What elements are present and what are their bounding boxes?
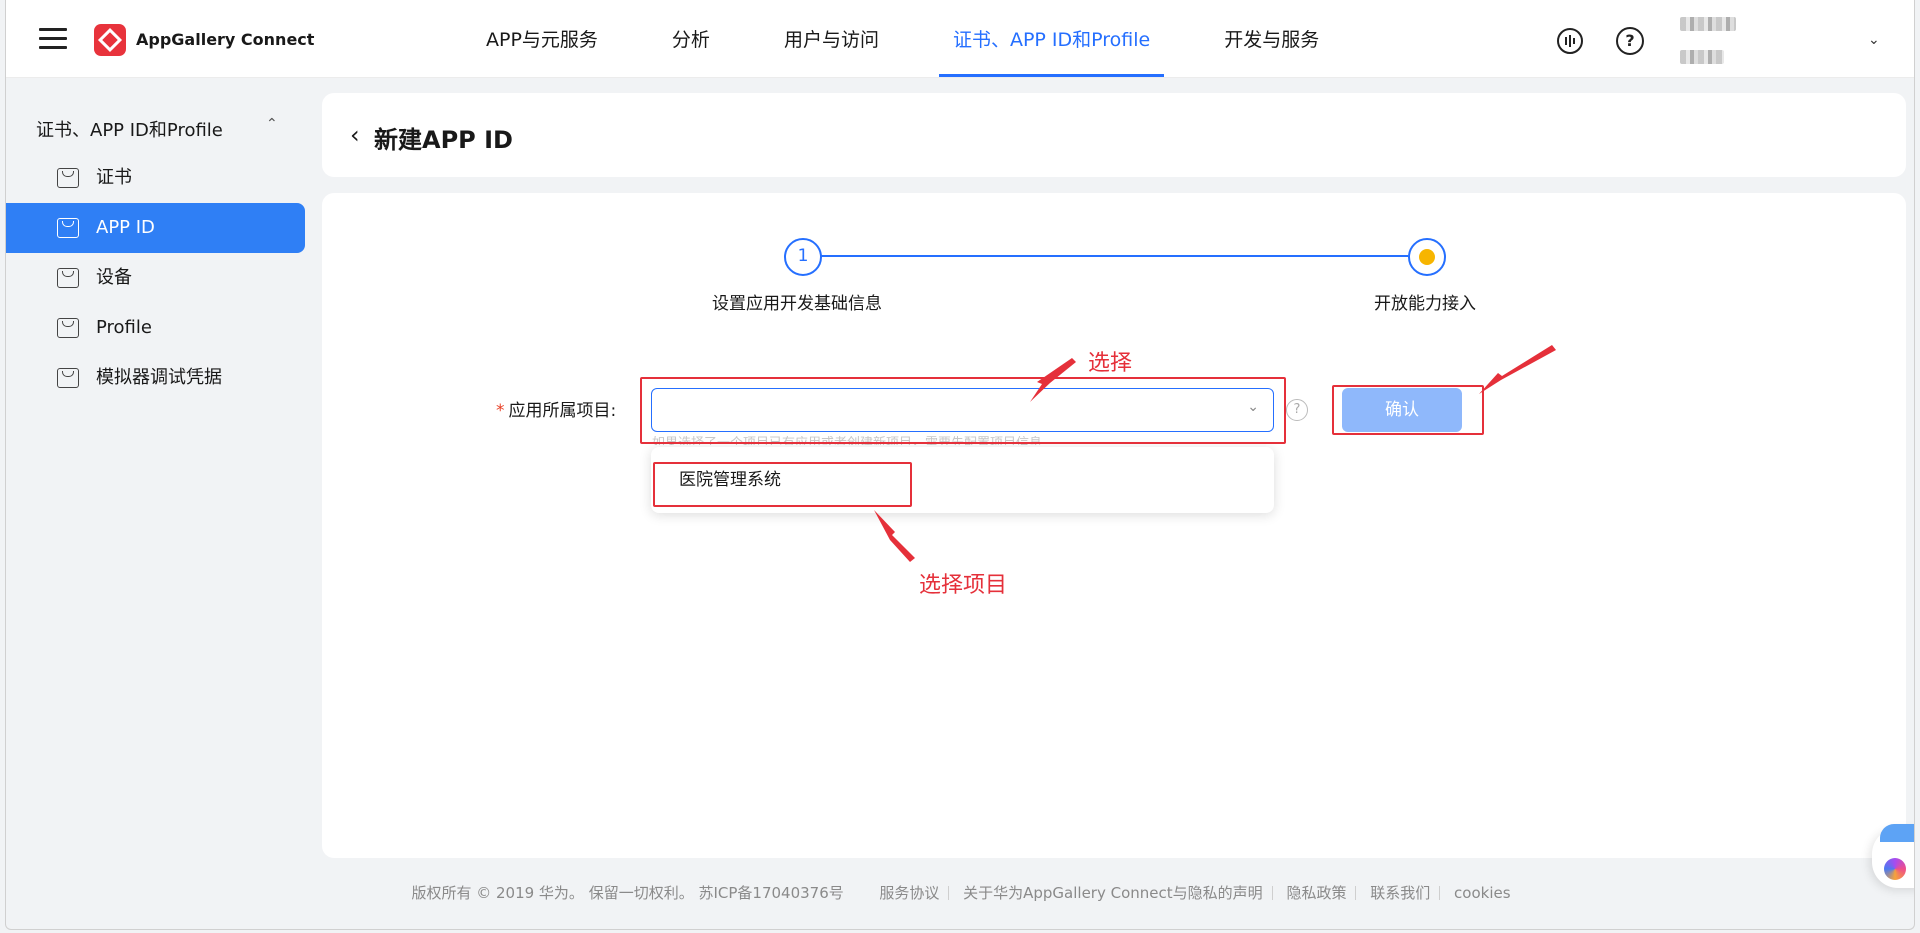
step-2-indicator (1408, 238, 1446, 276)
nav-item-certificates[interactable]: 证书、APP ID和Profile (938, 0, 1165, 78)
back-arrow-icon[interactable]: ‹ (350, 123, 360, 147)
nav-item-app-services[interactable]: APP与元服务 (472, 0, 612, 78)
sidebar: 证书、APP ID和Profile ⌃ 证书 APP ID 设备 Profile… (6, 78, 306, 929)
chevron-down-icon[interactable]: ⌄ (1868, 32, 1880, 48)
project-label-text: 应用所属项目: (508, 401, 617, 421)
nav-item-users-access[interactable]: 用户与访问 (770, 0, 893, 78)
document-icon (57, 168, 79, 188)
nav-item-dev-services[interactable]: 开发与服务 (1210, 0, 1333, 78)
footer-divider (1271, 886, 1273, 900)
help-circle-icon[interactable]: ? (1616, 27, 1644, 55)
brand-name: AppGallery Connect (136, 30, 315, 49)
user-avatar-name[interactable] (1680, 17, 1736, 31)
sidebar-item-devices[interactable]: 设备 (6, 253, 305, 303)
sidebar-item-emulator-credentials[interactable]: 模拟器调试凭据 (6, 353, 305, 403)
user-account-id (1680, 50, 1724, 64)
annotation-select-label: 选择 (1088, 351, 1133, 376)
project-field-label: * 应用所属项目: (496, 396, 616, 421)
footer-divider (1355, 886, 1357, 900)
document-icon (57, 368, 79, 388)
footer-link-privacy-policy[interactable]: 隐私政策 (1286, 884, 1346, 902)
fab-accent (1880, 824, 1914, 842)
question-icon[interactable]: ? (1286, 399, 1308, 421)
footer-divider (1439, 886, 1441, 900)
required-mark: * (496, 401, 505, 421)
sidebar-item-label: Profile (96, 317, 152, 338)
annotation-option-label: 选择项目 (919, 573, 1008, 598)
sidebar-item-label: 模拟器调试凭据 (96, 367, 222, 388)
feedback-icon[interactable] (1556, 27, 1584, 55)
main-nav: APP与元服务 分析 用户与访问 证书、APP ID和Profile 开发与服务 (472, 0, 1379, 78)
sidebar-item-certificates[interactable]: 证书 (6, 153, 305, 203)
assistant-floating-button[interactable] (1872, 824, 1914, 888)
hamburger-menu-icon[interactable] (39, 28, 67, 50)
document-icon (57, 268, 79, 288)
sidebar-item-label: 设备 (96, 267, 132, 288)
nav-item-analytics[interactable]: 分析 (658, 0, 724, 78)
chevron-up-icon[interactable]: ⌃ (266, 116, 278, 132)
app-window: AppGallery Connect APP与元服务 分析 用户与访问 证书、A… (5, 0, 1915, 930)
top-header: AppGallery Connect APP与元服务 分析 用户与访问 证书、A… (6, 0, 1914, 78)
annotation-box-option (653, 462, 912, 507)
document-icon (57, 318, 79, 338)
step-2-label: 开放能力接入 (1374, 294, 1476, 314)
stepper-line (820, 255, 1408, 257)
document-icon (57, 218, 79, 238)
footer: 版权所有 © 2019 华为。 保留一切权利。 苏ICP备17040376号 服… (6, 882, 1914, 903)
sidebar-item-label: APP ID (96, 217, 155, 238)
step-1-label: 设置应用开发基础信息 (712, 294, 882, 314)
footer-link-cookies[interactable]: cookies (1454, 884, 1511, 902)
annotation-box-select (640, 377, 1286, 444)
ai-assistant-icon (1884, 858, 1906, 880)
page-header-card: ‹ 新建APP ID (322, 93, 1906, 177)
form-card: 1 设置应用开发基础信息 开放能力接入 * 应用所属项目: ⌄ ? 确认 如果选择… (322, 193, 1906, 858)
sidebar-item-profile[interactable]: Profile (6, 303, 305, 353)
footer-link-privacy-statement[interactable]: 关于华为AppGallery Connect与隐私的声明 (963, 884, 1263, 902)
step-1-indicator: 1 (784, 238, 822, 276)
footer-link-contact[interactable]: 联系我们 (1370, 884, 1430, 902)
page-title: 新建APP ID (374, 126, 513, 154)
current-step-dot (1419, 249, 1435, 265)
appgallery-logo (94, 24, 126, 56)
sidebar-item-app-id[interactable]: APP ID (6, 203, 305, 253)
sidebar-item-label: 证书 (96, 167, 132, 188)
annotation-box-confirm (1332, 385, 1484, 435)
footer-divider (948, 886, 950, 900)
footer-link-service-agreement[interactable]: 服务协议 (879, 884, 939, 902)
sidebar-group-title[interactable]: 证书、APP ID和Profile (36, 116, 223, 142)
footer-copyright: 版权所有 © 2019 华为。 保留一切权利。 苏ICP备17040376号 (411, 884, 844, 902)
